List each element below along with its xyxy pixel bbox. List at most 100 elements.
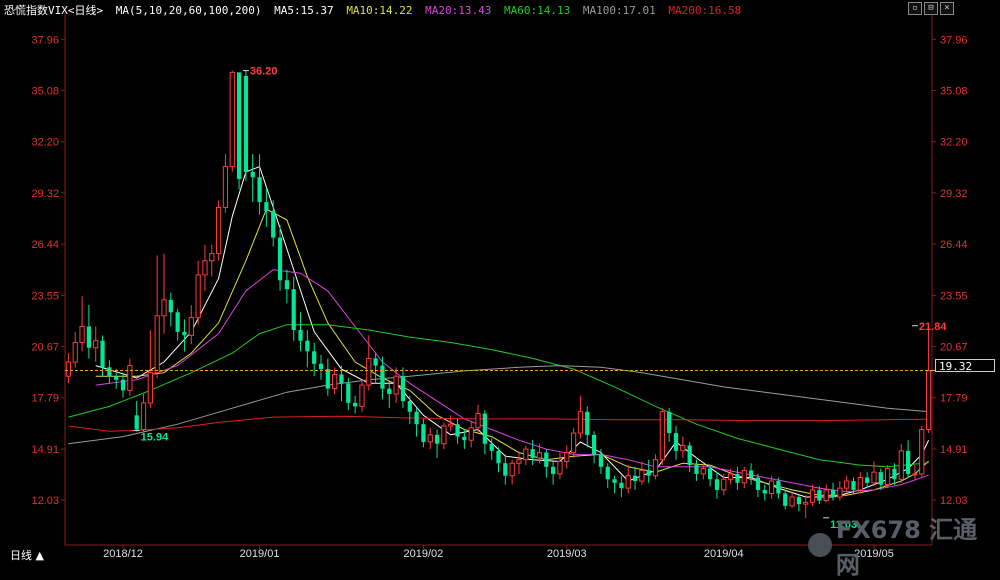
- candle-body: [114, 376, 119, 380]
- candle-body: [79, 325, 85, 343]
- ma5-value: MA5:15.37: [274, 4, 334, 17]
- candle-body: [312, 351, 317, 364]
- candle-body: [577, 411, 584, 434]
- y-tick-label-right: 17.79: [940, 393, 968, 405]
- candle-body: [721, 478, 727, 491]
- candle-body: [550, 466, 556, 474]
- candle-body: [72, 341, 78, 363]
- candle-body: [823, 489, 829, 502]
- candle-body: [755, 477, 761, 490]
- candle-body: [373, 358, 378, 366]
- candle-body: [700, 468, 706, 475]
- candle-body: [222, 166, 229, 208]
- candle-body: [885, 468, 891, 486]
- annotation-label: 36.20: [250, 66, 278, 78]
- candle-body: [727, 473, 734, 480]
- candle-body: [694, 465, 699, 474]
- candle-body: [257, 177, 262, 203]
- candle-body: [468, 427, 474, 441]
- candle-body: [455, 424, 460, 437]
- candle-body: [188, 317, 194, 336]
- candle-body: [134, 415, 139, 430]
- candle-body: [318, 363, 324, 370]
- window-controls: ▫ ⊟ ×: [908, 2, 954, 15]
- y-tick-label-right: 20.67: [940, 342, 968, 354]
- candle-body: [215, 206, 222, 255]
- candle-body: [100, 340, 105, 368]
- y-tick-label-left: 32.20: [31, 137, 59, 149]
- candle-body: [912, 473, 918, 476]
- candle-body: [161, 299, 167, 317]
- candle-body: [332, 373, 338, 390]
- caret-up-icon: ▲: [35, 549, 44, 562]
- candle-body: [236, 72, 242, 180]
- candle-body: [503, 463, 508, 476]
- restore-icon[interactable]: ▫: [908, 2, 922, 15]
- annotation-label: 15.94: [141, 432, 169, 444]
- candle-body: [892, 468, 897, 480]
- candle-body: [65, 361, 72, 377]
- candle-body: [625, 475, 631, 489]
- candle-body: [421, 424, 426, 442]
- vix-candlestick-chart: 37.96 37.96 35.08 35.08 32.20 32.20 29.32 29.32…: [31, 12, 995, 560]
- candle-body: [346, 383, 351, 403]
- chart-period[interactable]: <日线>: [68, 4, 103, 17]
- ma200-value: MA200:16.58: [668, 4, 742, 17]
- y-tick-label-left: 29.32: [31, 188, 59, 200]
- minimize-icon[interactable]: ⊟: [924, 2, 938, 15]
- timeframe-label: 日线: [10, 549, 32, 562]
- candle-body: [277, 237, 283, 281]
- candle-body: [202, 260, 208, 276]
- candle-body: [448, 423, 454, 427]
- y-tick-label-right: 14.91: [940, 444, 968, 456]
- candle-body: [325, 369, 330, 389]
- candle-body: [776, 481, 781, 494]
- candle-body: [298, 330, 303, 341]
- candle-body: [659, 411, 665, 461]
- candle-body: [564, 452, 570, 462]
- fx678-logo-icon: [808, 533, 832, 557]
- candle-body: [646, 470, 651, 476]
- chart-header: 恐慌指数VIX<日线> MA(5,10,20,60,100,200) MA5:1…: [4, 2, 747, 18]
- candle-body: [264, 202, 269, 211]
- candle-body: [857, 476, 863, 491]
- candle-body: [127, 365, 133, 391]
- x-tick-label: 2019/02: [404, 548, 444, 560]
- close-icon[interactable]: ×: [940, 2, 954, 15]
- candle-body: [441, 425, 447, 445]
- y-tick-label-right: 35.08: [940, 86, 968, 98]
- ma-definition[interactable]: MA(5,10,20,60,100,200): [116, 4, 262, 17]
- ma100-value: MA100:17.01: [582, 4, 656, 17]
- x-tick-label: 2019/01: [240, 548, 280, 560]
- candle-body: [366, 357, 372, 386]
- candle-body: [107, 367, 112, 377]
- candle-body: [673, 433, 679, 451]
- candle-body: [817, 489, 822, 501]
- candle-body: [652, 459, 659, 477]
- candle-body: [284, 280, 289, 290]
- candle-body: [919, 429, 925, 475]
- candle-body: [536, 452, 543, 459]
- y-tick-label-right: 12.03: [940, 495, 968, 507]
- candle-body: [768, 480, 775, 494]
- candle-body: [530, 449, 535, 458]
- candle-body: [619, 482, 624, 489]
- candle-body: [796, 497, 801, 505]
- candle-body: [844, 480, 850, 489]
- candle-body: [175, 312, 180, 332]
- candle-body: [168, 299, 173, 313]
- candle-body: [830, 489, 836, 498]
- candle-body: [147, 372, 153, 404]
- y-tick-label-left: 14.91: [31, 444, 59, 456]
- chart-title: 恐慌指数VIX: [4, 4, 68, 17]
- candle-body: [639, 469, 645, 482]
- candle-body: [865, 477, 870, 483]
- y-tick-label-right: 26.44: [940, 239, 968, 251]
- candle-body: [359, 384, 365, 407]
- candle-body: [591, 434, 597, 455]
- candle-body: [93, 340, 99, 349]
- ma60-value: MA60:14.13: [504, 4, 571, 17]
- candle-body: [783, 493, 788, 506]
- candle-body: [667, 411, 672, 434]
- candle-body: [748, 470, 754, 478]
